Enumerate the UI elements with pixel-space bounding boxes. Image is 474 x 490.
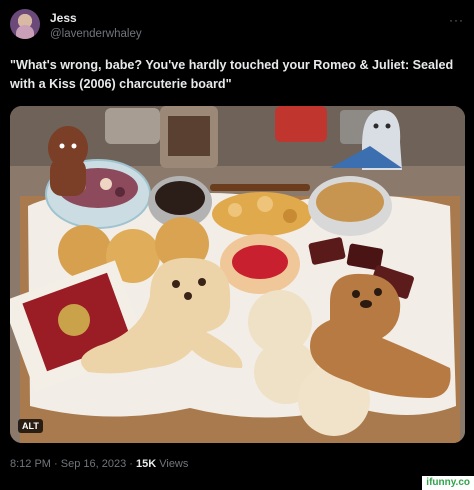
display-name[interactable]: Jess bbox=[50, 11, 77, 25]
tweet-meta: 8:12 PM · Sep 16, 2023 · 15K Views bbox=[10, 458, 188, 470]
alt-text-badge[interactable]: ALT bbox=[18, 419, 43, 433]
tweet-image[interactable]: ALT bbox=[10, 106, 465, 443]
watermark: ifunny.co bbox=[422, 476, 474, 490]
avatar[interactable] bbox=[10, 9, 40, 39]
timestamp[interactable]: 8:12 PM · Sep 16, 2023 bbox=[10, 458, 126, 470]
views-label: Views bbox=[159, 458, 189, 470]
meta-separator: · bbox=[129, 458, 133, 470]
tweet-header: Jess @lavenderwhaley ··· bbox=[10, 9, 464, 45]
more-options-icon[interactable]: ··· bbox=[449, 13, 464, 27]
charcuterie-photo bbox=[10, 106, 465, 443]
user-handle[interactable]: @lavenderwhaley bbox=[50, 28, 142, 40]
views-count: 15K bbox=[135, 458, 157, 470]
tweet-text: "What's wrong, babe? You've hardly touch… bbox=[10, 58, 454, 91]
